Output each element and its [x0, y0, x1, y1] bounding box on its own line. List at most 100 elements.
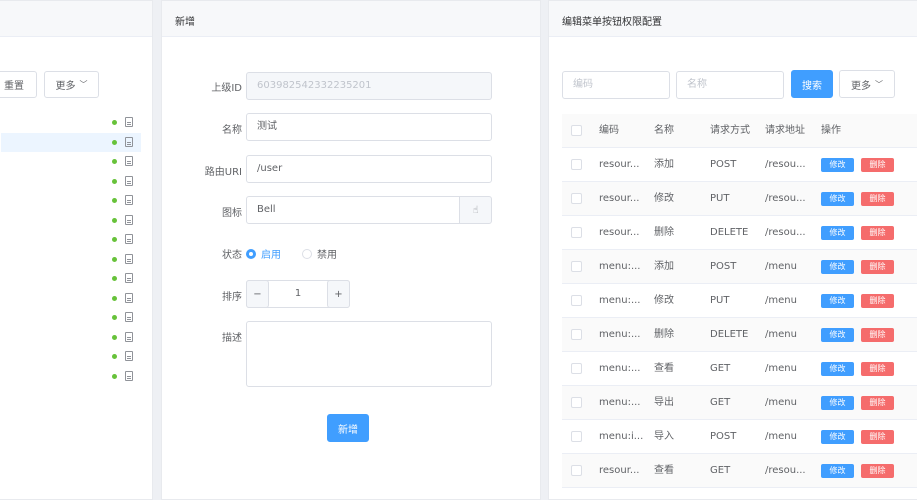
row-checkbox[interactable]	[571, 363, 582, 374]
edit-button[interactable]: 修改	[821, 464, 854, 478]
column-header-url: 请求地址	[765, 125, 805, 136]
column-header-actions: 操作	[821, 125, 841, 136]
row-checkbox[interactable]	[571, 193, 582, 204]
more-button[interactable]: 更多 ﹀	[839, 70, 895, 98]
status-disable-radio[interactable]: 禁用	[302, 246, 337, 261]
delete-button[interactable]: 删除	[861, 430, 894, 444]
sort-value[interactable]: 1	[269, 281, 327, 307]
document-icon	[125, 351, 133, 361]
row-checkbox[interactable]	[571, 465, 582, 476]
route-input[interactable]: /user	[246, 155, 492, 183]
reset-button[interactable]: 重置	[0, 71, 37, 98]
delete-button[interactable]: 删除	[861, 362, 894, 376]
table-row: resour... 添加 POST /resou... 修改 删除	[562, 148, 917, 182]
edit-button[interactable]: 修改	[821, 430, 854, 444]
delete-button[interactable]: 删除	[861, 328, 894, 342]
row-checkbox[interactable]	[571, 397, 582, 408]
more-button[interactable]: 更多 ﹀	[44, 71, 99, 98]
document-icon	[125, 156, 133, 166]
delete-button[interactable]: 删除	[861, 464, 894, 478]
row-checkbox[interactable]	[571, 159, 582, 170]
row-checkbox[interactable]	[571, 227, 582, 238]
desc-label: 描述	[222, 333, 242, 344]
edit-button[interactable]: 修改	[821, 226, 854, 240]
tree-node[interactable]	[1, 211, 141, 230]
tree-node[interactable]	[1, 347, 141, 366]
row-checkbox[interactable]	[571, 329, 582, 340]
parent-id-label: 上级ID	[211, 83, 242, 94]
route-label: 路由URI	[204, 167, 242, 178]
tree-node[interactable]	[1, 132, 141, 152]
status-dot-icon	[112, 276, 117, 281]
increment-button[interactable]: +	[327, 280, 350, 308]
edit-button[interactable]: 修改	[821, 260, 854, 274]
tree-node[interactable]	[1, 269, 141, 288]
submit-button[interactable]: 新增	[327, 414, 369, 442]
sort-stepper[interactable]: − 1 +	[246, 280, 350, 308]
cell-code: resour...	[599, 193, 640, 204]
delete-button[interactable]: 删除	[861, 192, 894, 206]
edit-button[interactable]: 修改	[821, 362, 854, 376]
radio-checked-icon	[246, 249, 256, 259]
tree-node[interactable]	[1, 152, 141, 171]
cell-name: 删除	[654, 227, 674, 238]
edit-button[interactable]: 修改	[821, 328, 854, 342]
row-checkbox[interactable]	[571, 295, 582, 306]
radio-icon	[302, 249, 312, 259]
search-button[interactable]: 搜索	[791, 70, 833, 98]
cell-method: DELETE	[710, 227, 749, 238]
delete-button[interactable]: 删除	[861, 158, 894, 172]
tree-node[interactable]	[1, 191, 141, 210]
tree-node[interactable]	[1, 230, 141, 249]
document-icon	[125, 214, 133, 225]
edit-button[interactable]: 修改	[821, 192, 854, 206]
delete-button[interactable]: 删除	[861, 260, 894, 274]
edit-button[interactable]: 修改	[821, 294, 854, 308]
tree-panel: 重置 更多 ﹀	[0, 0, 153, 500]
cell-code: menu:i...	[599, 431, 644, 442]
tree-node[interactable]	[1, 113, 141, 132]
delete-button[interactable]: 删除	[861, 226, 894, 240]
cell-name: 添加	[654, 261, 674, 272]
column-header-method: 请求方式	[710, 125, 750, 136]
icon-picker-button[interactable]: ☝	[459, 196, 492, 224]
cell-code: menu:...	[599, 329, 641, 340]
edit-button[interactable]: 修改	[821, 396, 854, 410]
decrement-button[interactable]: −	[246, 280, 269, 308]
icon-label: 图标	[222, 208, 242, 219]
table-row: menu:... 删除 DELETE /menu 修改 删除	[562, 318, 917, 352]
tree-node[interactable]	[1, 367, 141, 386]
status-dot-icon	[112, 315, 117, 320]
select-all-checkbox[interactable]	[571, 125, 582, 136]
tree-node[interactable]	[1, 308, 141, 327]
cell-method: POST	[710, 431, 737, 442]
row-checkbox[interactable]	[571, 431, 582, 442]
tree-node[interactable]	[1, 172, 141, 191]
parent-id-input[interactable]: 603982542332235201	[246, 72, 492, 100]
status-dot-icon	[112, 334, 117, 340]
table-row: menu:... 修改 PUT /menu 修改 删除	[562, 284, 917, 318]
edit-button[interactable]: 修改	[821, 158, 854, 172]
tree-node[interactable]	[1, 250, 141, 269]
form-panel: 新增 上级ID 603982542332235201 名称 测试 路由URI /…	[161, 0, 541, 500]
status-enable-radio[interactable]: 启用	[246, 246, 281, 261]
status-label: 状态	[222, 250, 242, 261]
status-dot-icon	[112, 120, 117, 125]
cell-name: 修改	[654, 193, 674, 204]
cell-code: resour...	[599, 465, 640, 476]
code-search-input[interactable]: 编码	[562, 71, 670, 99]
name-input[interactable]: 测试	[246, 113, 492, 141]
delete-button[interactable]: 删除	[861, 294, 894, 308]
desc-textarea[interactable]	[246, 321, 492, 387]
form-panel-title: 新增	[162, 1, 540, 37]
status-enable-label: 启用	[261, 250, 281, 261]
tree-node[interactable]	[1, 328, 141, 347]
table-row: menu:i... 导入 POST /menu 修改 删除	[562, 420, 917, 454]
icon-input[interactable]: Bell	[246, 196, 460, 224]
name-search-input[interactable]: 名称	[676, 71, 784, 99]
cell-name: 添加	[654, 159, 674, 170]
delete-button[interactable]: 删除	[861, 396, 894, 410]
tree-node[interactable]	[1, 289, 141, 308]
cell-name: 查看	[654, 465, 674, 476]
row-checkbox[interactable]	[571, 261, 582, 272]
